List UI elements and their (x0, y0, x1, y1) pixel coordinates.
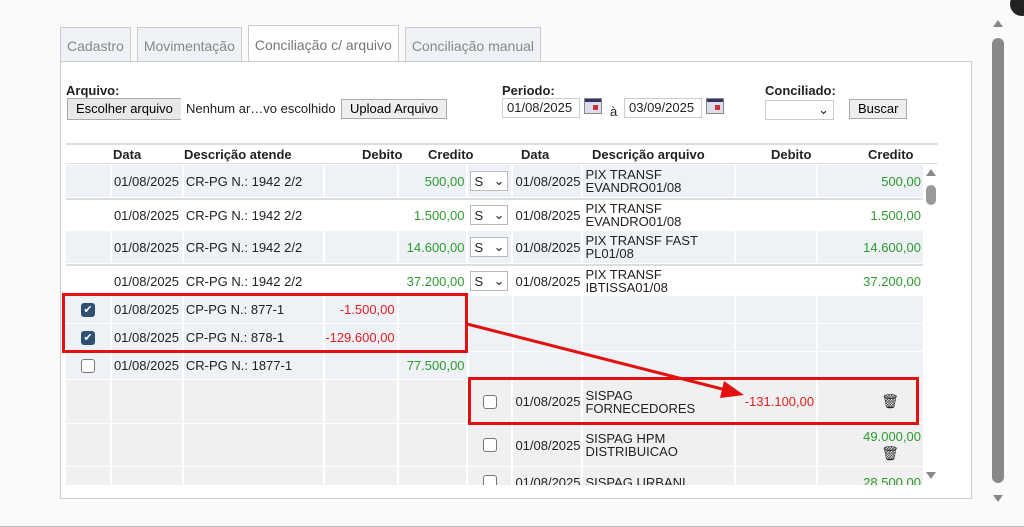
annotation-arrow (466, 322, 744, 398)
window: Cadastro Movimentação Conciliação c/ arq… (0, 0, 1024, 527)
